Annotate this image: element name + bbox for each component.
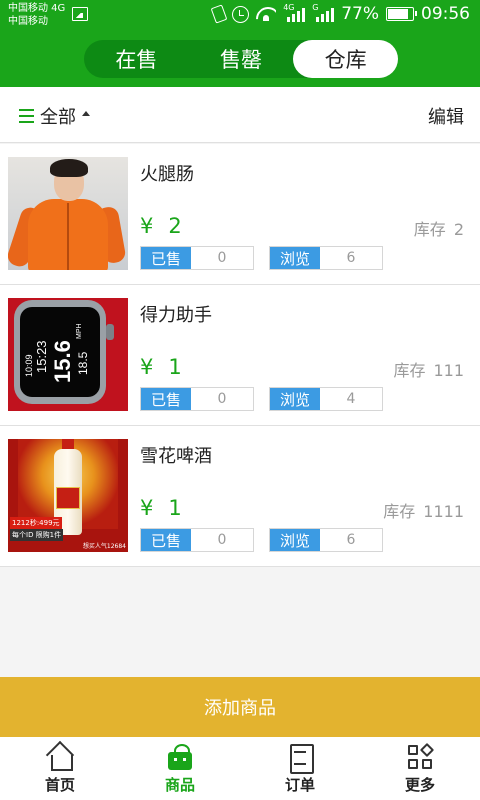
caret-up-icon xyxy=(82,110,90,116)
tab-sold-out[interactable]: 售罄 xyxy=(189,40,294,78)
edit-button[interactable]: 编辑 xyxy=(428,103,464,129)
status-icons: 4G G 77% 09:56 xyxy=(210,3,470,24)
tab-warehouse[interactable]: 仓库 xyxy=(293,40,399,78)
product-image xyxy=(8,157,128,270)
product-list: 火腿肠 ¥2 库存 2 已售 0 浏览 6 10:09 15:23 15.6 18… xyxy=(0,144,480,567)
battery-percent: 77% xyxy=(341,4,379,24)
nav-label: 订单 xyxy=(284,776,315,794)
product-image: 1212秒:499元 每个ID 限购1件 想买人气12684 xyxy=(8,439,128,552)
nav-home[interactable]: 首页 xyxy=(0,737,120,800)
product-price: ¥2 xyxy=(140,214,183,238)
clock: 09:56 xyxy=(421,4,470,24)
sold-value: 0 xyxy=(191,247,253,269)
status-bar: 中国移动 4G 中国移动 4G G 77% 09:56 xyxy=(0,0,480,32)
product-image: 10:09 15:23 15.6 18.5 MPH xyxy=(8,298,128,411)
product-name: 得力助手 xyxy=(140,305,212,326)
more-icon xyxy=(405,742,435,771)
product-name: 雪花啤酒 xyxy=(140,446,212,467)
nav-products[interactable]: 商品 xyxy=(120,737,240,800)
add-product-button[interactable]: 添加商品 xyxy=(0,677,480,737)
sold-count: 已售 0 xyxy=(140,387,254,411)
product-price: ¥1 xyxy=(140,355,183,379)
product-item[interactable]: 1212秒:499元 每个ID 限购1件 想买人气12684 雪花啤酒 ¥1 库… xyxy=(0,426,480,567)
product-item[interactable]: 火腿肠 ¥2 库存 2 已售 0 浏览 6 xyxy=(0,144,480,285)
product-stock: 库存 2 xyxy=(413,220,464,239)
nav-label: 更多 xyxy=(404,776,435,794)
order-icon xyxy=(285,743,315,774)
nav-label: 商品 xyxy=(164,776,195,794)
views-tag: 浏览 xyxy=(270,529,320,551)
battery-icon xyxy=(386,7,417,21)
views-value: 6 xyxy=(320,529,382,551)
product-price: ¥1 xyxy=(140,496,183,520)
views-value: 4 xyxy=(320,388,382,410)
sold-tag: 已售 xyxy=(141,529,191,551)
views-count: 浏览 4 xyxy=(269,387,383,411)
carrier-info: 中国移动 4G 中国移动 xyxy=(8,2,65,28)
bottom-nav: 首页 商品 订单 更多 xyxy=(0,737,480,800)
product-stock: 库存 111 xyxy=(393,361,464,380)
nav-label: 首页 xyxy=(44,776,75,794)
category-filter[interactable]: 全部 xyxy=(16,103,90,129)
nav-more[interactable]: 更多 xyxy=(360,737,480,800)
header: 在售 售罄 仓库 xyxy=(0,32,480,87)
bag-icon xyxy=(165,743,195,771)
wifi-icon xyxy=(256,7,276,21)
filter-bar: 全部 编辑 xyxy=(0,87,480,143)
nav-orders[interactable]: 订单 xyxy=(240,737,360,800)
product-stock: 库存 1111 xyxy=(383,502,464,521)
carrier-1: 中国移动 4G xyxy=(8,3,66,14)
views-count: 浏览 6 xyxy=(269,246,383,270)
sold-tag: 已售 xyxy=(141,247,191,269)
carrier-2: 中国移动 xyxy=(8,16,48,27)
views-count: 浏览 6 xyxy=(269,528,383,552)
filter-label: 全部 xyxy=(40,107,76,128)
status-tabs: 在售 售罄 仓库 xyxy=(84,40,399,78)
sold-value: 0 xyxy=(191,529,253,551)
tab-on-sale[interactable]: 在售 xyxy=(84,40,189,78)
alarm-icon xyxy=(232,5,250,23)
list-icon xyxy=(16,108,34,124)
signal-icon-1: 4G xyxy=(283,3,306,22)
sold-tag: 已售 xyxy=(141,388,191,410)
views-tag: 浏览 xyxy=(270,388,320,410)
views-tag: 浏览 xyxy=(270,247,320,269)
home-icon xyxy=(45,743,75,771)
product-item[interactable]: 10:09 15:23 15.6 18.5 MPH 得力助手 ¥1 库存 111 … xyxy=(0,285,480,426)
views-value: 6 xyxy=(320,247,382,269)
sold-value: 0 xyxy=(191,388,253,410)
gallery-notification-icon xyxy=(72,7,88,21)
vibrate-icon xyxy=(210,4,228,24)
product-name: 火腿肠 xyxy=(140,164,194,185)
signal-icon-2: G xyxy=(312,3,335,22)
sold-count: 已售 0 xyxy=(140,528,254,552)
sold-count: 已售 0 xyxy=(140,246,254,270)
